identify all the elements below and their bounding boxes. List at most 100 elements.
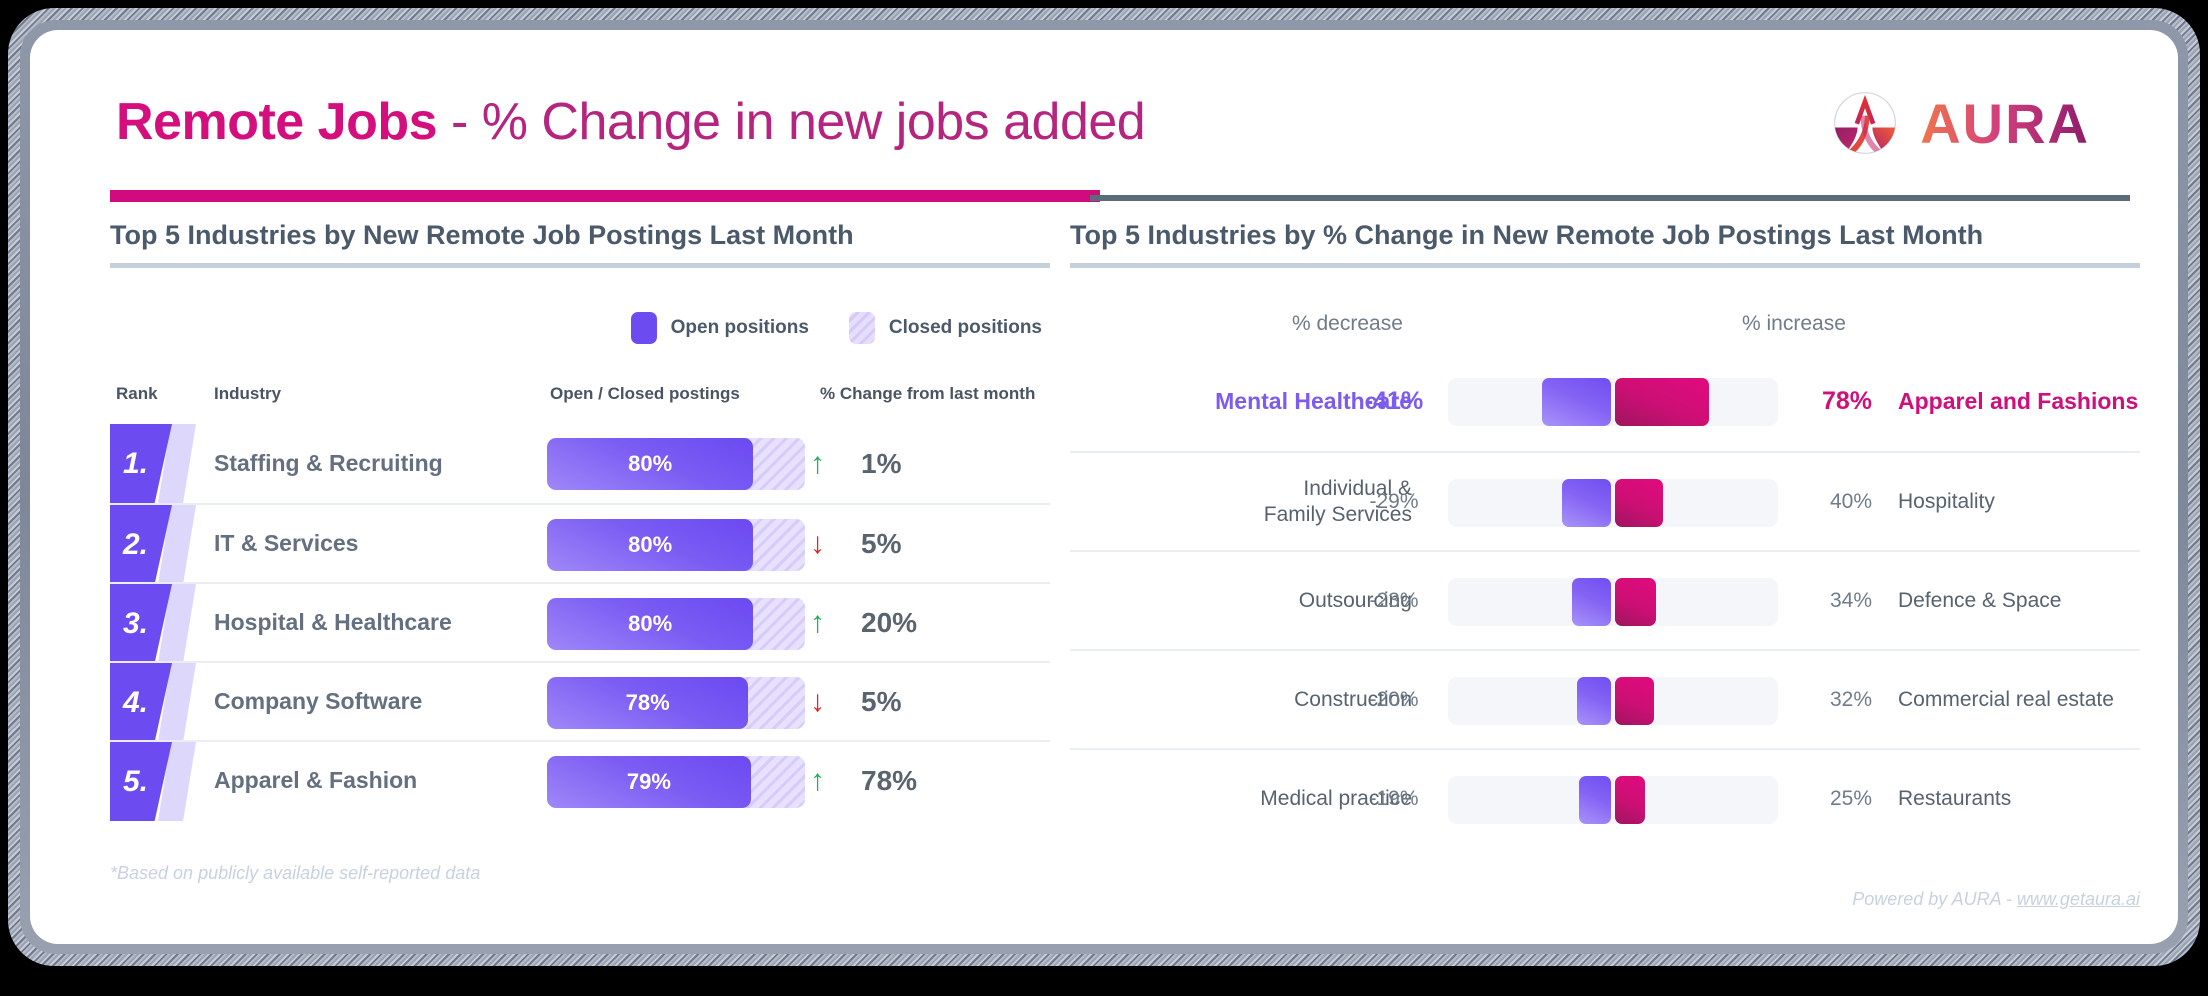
diverging-bar-track bbox=[1448, 578, 1778, 626]
legend-label-open: Open positions bbox=[670, 317, 809, 338]
right-footnote: Powered by AURA - www.getaura.ai bbox=[1070, 889, 2140, 910]
frame-inner-bezel: Remote Jobs - % Change in new jobs added bbox=[20, 20, 2188, 954]
left-footnote: *Based on publicly available self-report… bbox=[110, 863, 481, 883]
arrow-down-icon: ↓ bbox=[810, 684, 825, 718]
increase-value: 40% bbox=[1829, 489, 1872, 513]
decrease-bar bbox=[1541, 378, 1611, 426]
left-panel-title: Top 5 Industries by New Remote Job Posti… bbox=[110, 220, 854, 250]
postings-bar-fill: 78% bbox=[547, 677, 749, 729]
change-cell: ↑ 20% bbox=[810, 607, 945, 639]
decrease-value: -20% bbox=[1369, 687, 1419, 711]
diverging-bar-row: Medical practice -19% 25% Restaurants bbox=[1070, 748, 2140, 847]
postings-bar-fill: 80% bbox=[547, 598, 754, 650]
outer-frame: Remote Jobs - % Change in new jobs added bbox=[8, 8, 2200, 966]
arrow-down-icon: ↓ bbox=[810, 526, 825, 560]
postings-bar-track: 80% bbox=[547, 438, 805, 490]
increase-industry-label: Commercial real estate bbox=[1898, 687, 2114, 711]
table-row: 5. Apparel & Fashion 79% ↑ 78% bbox=[110, 740, 1050, 821]
divider-gray bbox=[1089, 195, 2130, 201]
legend-label-closed: Closed positions bbox=[888, 317, 1042, 338]
column-header-industry: Industry bbox=[214, 384, 282, 403]
increase-industry-label: Hospitality bbox=[1898, 489, 1995, 513]
table-row: 1. Staffing & Recruiting 80% ↑ 1% bbox=[110, 424, 1050, 503]
legend-item-closed: Closed positions bbox=[848, 312, 1042, 344]
aura-logo-icon bbox=[1834, 92, 1897, 154]
increase-industry-label: Restaurants bbox=[1898, 786, 2012, 810]
right-panel: Top 5 Industries by % Change in New Remo… bbox=[1070, 220, 2140, 910]
diverging-bar-track bbox=[1448, 479, 1778, 527]
legend-item-open: Open positions bbox=[630, 312, 809, 344]
postings-bar-fill: 80% bbox=[547, 519, 754, 571]
postings-bar-track: 79% bbox=[547, 756, 805, 808]
postings-bar-track: 78% bbox=[547, 677, 805, 729]
change-value: 5% bbox=[861, 685, 902, 717]
decrease-bar bbox=[1572, 578, 1611, 626]
diverging-bar-row: Construction -20% 32% Commercial real estat… bbox=[1070, 649, 2140, 748]
axis-label-decrease: % decrease bbox=[1292, 312, 1403, 335]
arrow-up-icon: ↑ bbox=[810, 446, 825, 480]
aura-website-link[interactable]: www.getaura.ai bbox=[2017, 889, 2140, 909]
title-strong: Remote Jobs bbox=[116, 93, 438, 151]
table-row: 3. Hospital & Healthcare 80% ↑ 20% bbox=[110, 582, 1050, 663]
industry-label: Apparel & Fashion bbox=[214, 767, 418, 793]
increase-value: 78% bbox=[1821, 387, 1872, 415]
diverging-bar-row: Mental Healthcare -41% 78% Apparel and Fash… bbox=[1070, 352, 2140, 451]
change-cell: ↓ 5% bbox=[810, 686, 945, 718]
increase-value: 34% bbox=[1829, 588, 1872, 612]
table-row: 2. IT & Services 80% ↓ 5% bbox=[110, 503, 1050, 584]
right-panel-title: Top 5 Industries by % Change in New Remo… bbox=[1070, 220, 1984, 250]
decrease-bar bbox=[1577, 677, 1611, 725]
table-row: 4. Company Software 78% ↓ 5% bbox=[110, 661, 1050, 742]
diverging-bar-row: Individual & Family Services -29% 40% Hospit… bbox=[1070, 451, 2140, 550]
change-value: 5% bbox=[861, 527, 902, 559]
right-axis-labels: % decrease % increase bbox=[1070, 312, 2140, 352]
aura-logo-text: AURA bbox=[1920, 91, 2090, 155]
left-column-headers: Rank Industry Open / Closed postings % C… bbox=[110, 384, 1050, 424]
diverging-bar-track bbox=[1448, 677, 1778, 725]
postings-bar-track: 80% bbox=[547, 519, 805, 571]
arrow-up-icon: ↑ bbox=[810, 605, 825, 639]
industry-label: Staffing & Recruiting bbox=[214, 450, 443, 476]
panels-container: Top 5 Industries by New Remote Job Posti… bbox=[30, 220, 2178, 944]
change-cell: ↑ 1% bbox=[810, 448, 945, 480]
diverging-bar-row: Outsourcing -23% 34% Defence & Space bbox=[1070, 550, 2140, 649]
header-divider bbox=[110, 190, 2130, 202]
decrease-value: -23% bbox=[1369, 588, 1419, 612]
diverging-bar-track bbox=[1448, 776, 1778, 824]
divider-magenta bbox=[110, 190, 1100, 202]
axis-label-increase: % increase bbox=[1742, 312, 1846, 335]
right-panel-underline bbox=[1070, 263, 2140, 268]
column-header-rank: Rank bbox=[116, 384, 158, 403]
left-table-body: 1. Staffing & Recruiting 80% ↑ 1% 2. IT & Serv… bbox=[110, 424, 1050, 821]
increase-bar bbox=[1615, 479, 1664, 527]
industry-label: Hospital & Healthcare bbox=[214, 609, 452, 635]
increase-bar bbox=[1615, 776, 1646, 824]
increase-bar bbox=[1615, 677, 1654, 725]
title-rest: - % Change in new jobs added bbox=[437, 93, 1146, 151]
postings-bar-fill: 80% bbox=[547, 438, 754, 490]
infographic-card: Remote Jobs - % Change in new jobs added bbox=[30, 30, 2178, 944]
closed-positions-swatch-icon bbox=[848, 312, 875, 344]
aura-logo: AURA bbox=[1828, 86, 2090, 160]
postings-bar-track: 80% bbox=[547, 598, 805, 650]
change-value: 1% bbox=[861, 447, 902, 479]
decrease-bar bbox=[1578, 776, 1611, 824]
legend: Open positions Closed positions bbox=[110, 312, 1050, 344]
industry-label: Company Software bbox=[214, 688, 423, 714]
powered-by-text: Powered by AURA - bbox=[1852, 889, 2017, 909]
decrease-value: -29% bbox=[1369, 489, 1419, 513]
column-header-change: % Change from last month bbox=[820, 384, 1036, 403]
change-cell: ↓ 5% bbox=[810, 528, 945, 560]
decrease-value: -41% bbox=[1364, 387, 1424, 415]
change-value: 78% bbox=[861, 764, 918, 796]
industry-label: IT & Services bbox=[214, 530, 359, 556]
left-panel: Top 5 Industries by New Remote Job Posti… bbox=[110, 220, 1050, 884]
diverging-bar-track bbox=[1448, 378, 1778, 426]
decrease-bar bbox=[1562, 479, 1611, 527]
increase-industry-label: Defence & Space bbox=[1898, 588, 2062, 612]
increase-bar bbox=[1615, 378, 1710, 426]
arrow-up-icon: ↑ bbox=[810, 763, 825, 797]
column-header-postings: Open / Closed postings bbox=[550, 384, 740, 403]
change-cell: ↑ 78% bbox=[810, 765, 945, 797]
change-value: 20% bbox=[861, 606, 918, 638]
